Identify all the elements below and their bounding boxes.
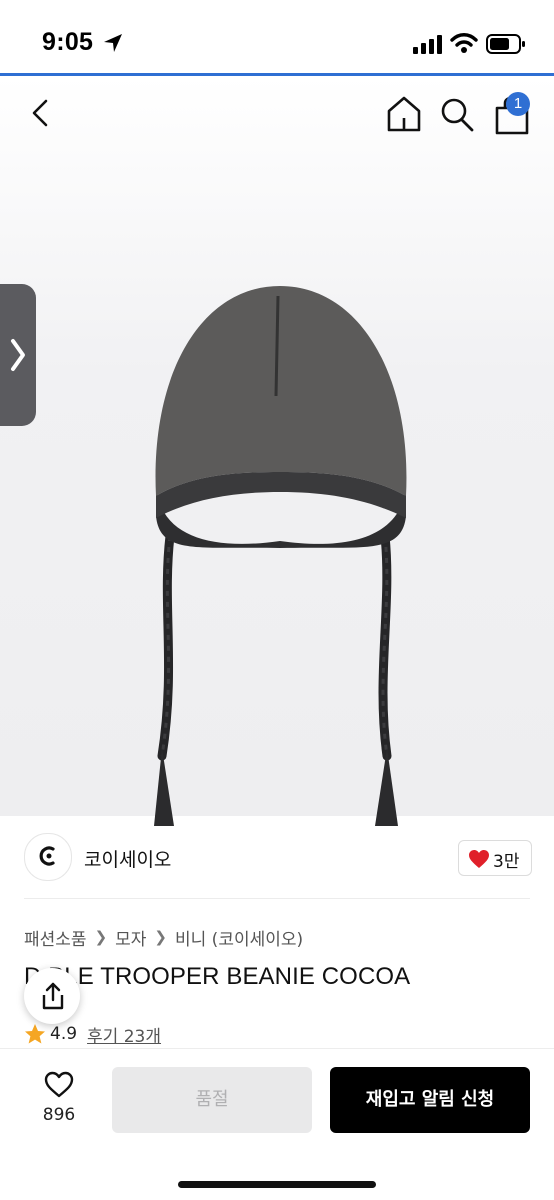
beanie-image bbox=[154, 286, 407, 826]
back-icon[interactable] bbox=[24, 94, 60, 132]
brand-logo-icon bbox=[39, 846, 55, 866]
rating-value: 4.9 bbox=[50, 1024, 78, 1044]
top-nav bbox=[0, 76, 554, 150]
restock-alert-button[interactable]: 재입고 알림 신청 bbox=[330, 1067, 530, 1133]
breadcrumb-item-fashion-accessories[interactable]: 패션소품 bbox=[24, 925, 87, 950]
review-count-link[interactable]: 후기 23개 bbox=[87, 1022, 161, 1047]
brand-name[interactable]: 코이세이오 bbox=[84, 845, 171, 872]
chevron-right-icon bbox=[11, 339, 25, 371]
wishlist-count: 896 bbox=[42, 1105, 76, 1125]
rating-row: 4.9 후기 23개 bbox=[24, 1021, 161, 1047]
chevron-right-icon: ❯ bbox=[94, 928, 108, 946]
soldout-button[interactable]: 품절 bbox=[112, 1067, 312, 1133]
product-image-area[interactable] bbox=[0, 76, 554, 826]
divider bbox=[24, 898, 530, 899]
share-button[interactable] bbox=[24, 968, 80, 1024]
home-indicator[interactable] bbox=[178, 1181, 376, 1188]
cart-count-badge: 1 bbox=[506, 92, 530, 116]
heart-filled-icon bbox=[469, 850, 489, 868]
bottom-action-bar: 896 품절 재입고 알림 신청 bbox=[0, 1048, 554, 1200]
location-arrow-icon bbox=[104, 34, 122, 52]
brand-logo[interactable] bbox=[24, 833, 72, 881]
breadcrumb: 패션소품 ❯ 모자 ❯ 비니 (코이세이오) bbox=[24, 925, 303, 950]
search-icon[interactable] bbox=[438, 94, 476, 134]
star-icon bbox=[25, 1024, 45, 1044]
brand-like-count: 3만 bbox=[493, 852, 520, 872]
share-icon bbox=[42, 982, 64, 1010]
brand-row: 코이세이오 3만 bbox=[0, 830, 554, 886]
breadcrumb-item-hat[interactable]: 모자 bbox=[115, 925, 146, 950]
chevron-right-icon: ❯ bbox=[154, 928, 167, 946]
status-time: 9:05 bbox=[42, 28, 94, 56]
heart-outline-icon bbox=[44, 1071, 74, 1098]
wishlist-button[interactable]: 896 bbox=[30, 1071, 88, 1131]
product-title: D BLE TROOPER BEANIE COCOA bbox=[24, 963, 411, 990]
home-icon[interactable] bbox=[384, 94, 424, 134]
brand-like-button[interactable]: 3만 bbox=[458, 840, 532, 876]
battery-icon bbox=[486, 34, 525, 54]
status-bar: 9:05 bbox=[0, 0, 554, 74]
wifi-icon bbox=[450, 33, 478, 53]
cellular-signal-icon bbox=[413, 35, 442, 54]
product-page: 9:05 1 코이세이오 3만 패션소품 ❯ 모자 ❯ 비니 (코이세이오) D… bbox=[0, 0, 554, 1200]
side-drawer-tab[interactable] bbox=[0, 284, 36, 426]
breadcrumb-item-beanie[interactable]: 비니 (코이세이오) bbox=[175, 925, 303, 950]
